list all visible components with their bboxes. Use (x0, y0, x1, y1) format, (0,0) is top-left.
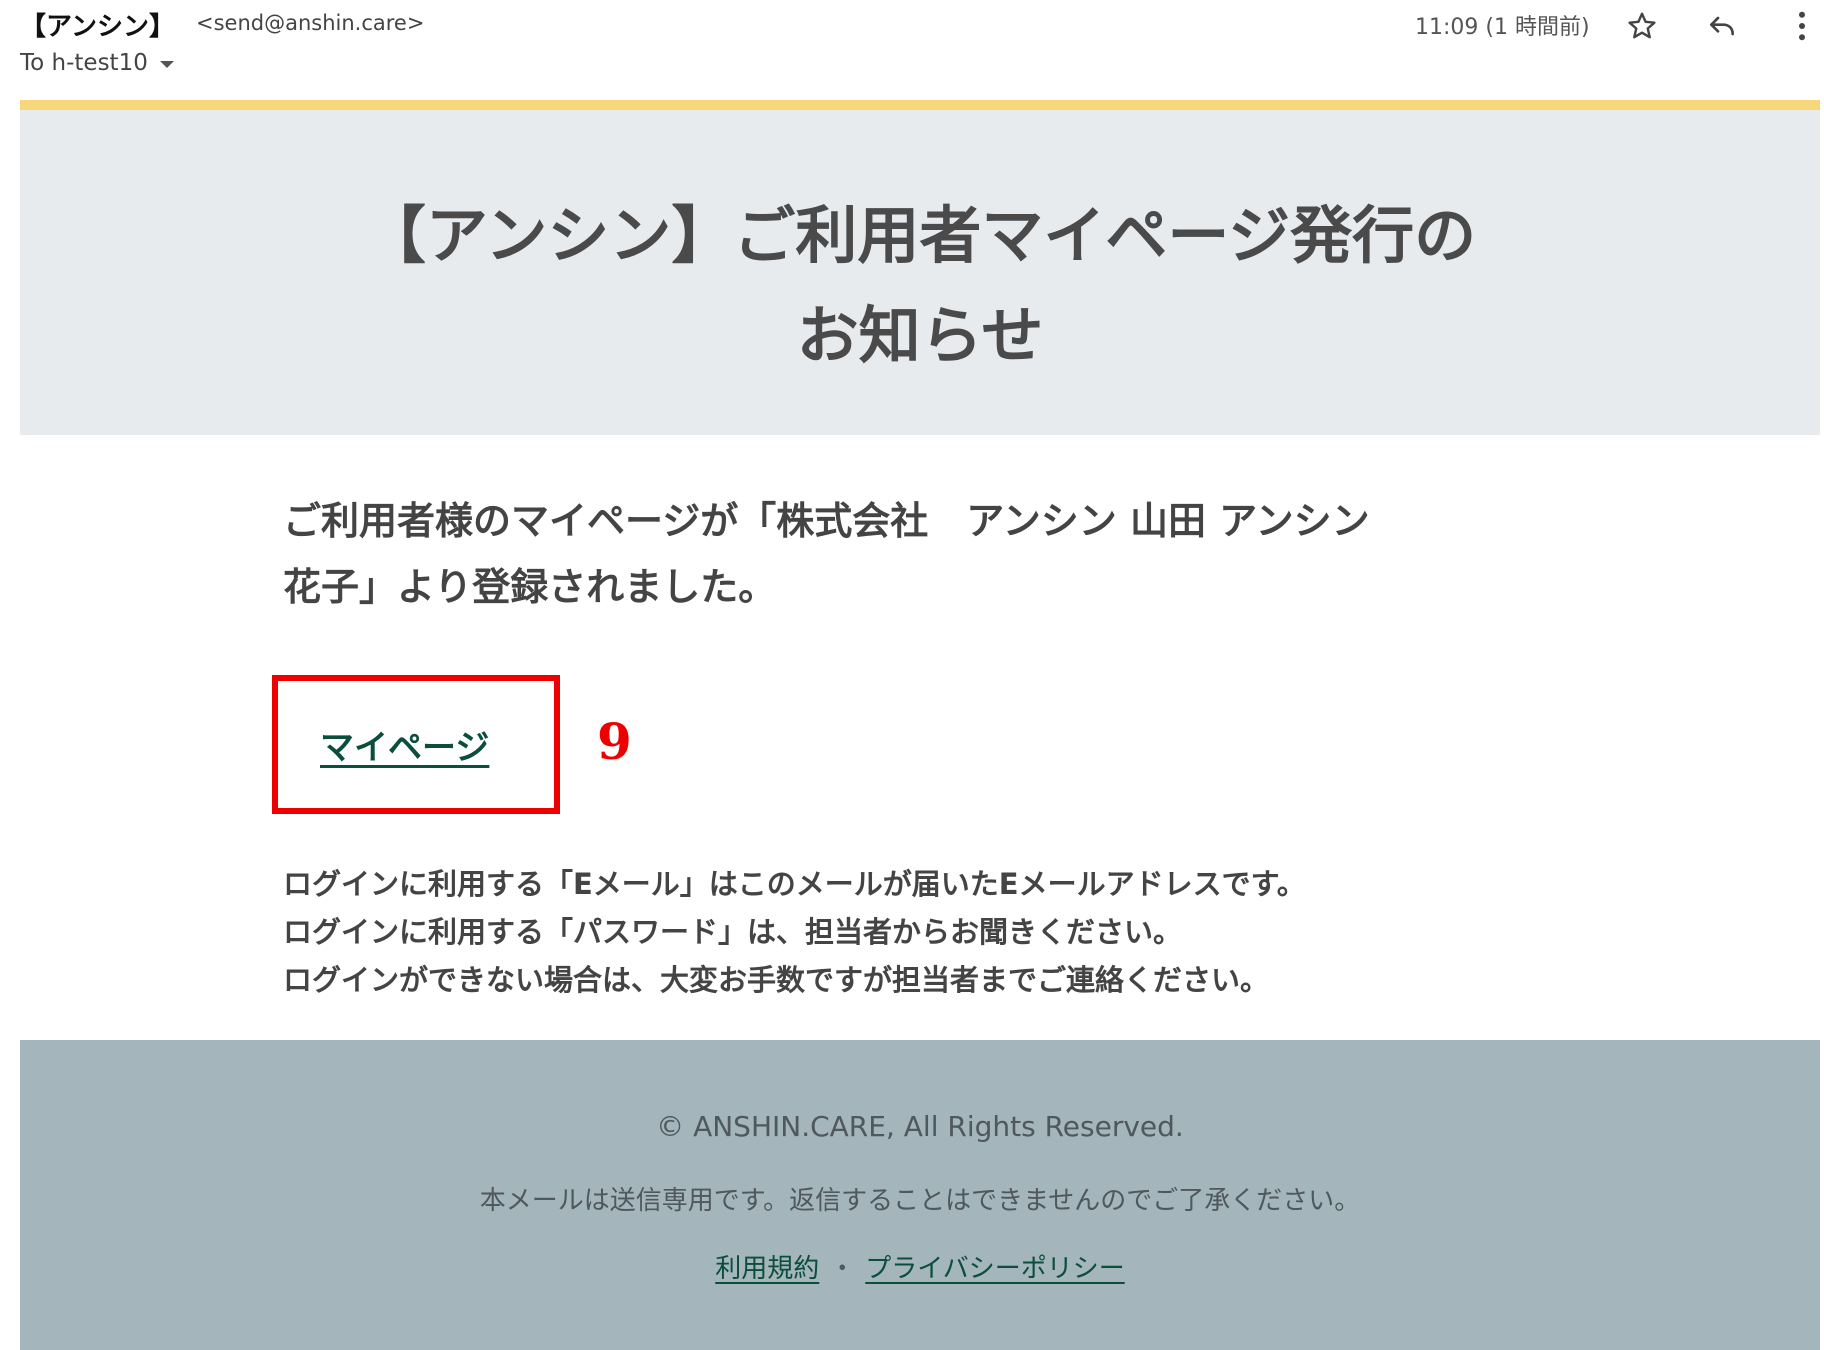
email-title-line2: お知らせ (796, 299, 1044, 372)
star-icon[interactable] (1622, 6, 1662, 46)
more-vert-icon[interactable] (1782, 6, 1822, 46)
recipient-dropdown[interactable]: To h-test10 (20, 50, 174, 76)
recipient-label: To h-test10 (20, 50, 148, 76)
note-line: ログインに利用する「Eメール」はこのメールが届いたEメールアドレスです。 (283, 867, 1306, 901)
footer-links: 利用規約・プライバシーポリシー (20, 1248, 1820, 1285)
annotation-number: 9 (597, 712, 632, 771)
mypage-link[interactable]: マイページ (320, 720, 489, 769)
login-notes: ログインに利用する「Eメール」はこのメールが届いたEメールアドレスです。 ログイ… (283, 860, 1583, 1004)
email-title: 【アンシン】ご利用者マイページ発行の お知らせ (320, 186, 1520, 386)
timestamp: 11:09 (1 時間前) (1415, 15, 1590, 40)
copyright-text: © ANSHIN.CARE, All Rights Reserved. (656, 1110, 1184, 1143)
reply-icon[interactable] (1702, 6, 1742, 46)
email-view: 【アンシン】 <send@anshin.care> To h-test10 11… (0, 0, 1824, 1350)
email-content: 【アンシン】ご利用者マイページ発行の お知らせ ご利用者様のマイページが「株式会… (20, 100, 1820, 1350)
sender-name: 【アンシン】 (20, 12, 175, 42)
note-line: ログインができない場合は、大変お手数ですが担当者までご連絡ください。 (283, 963, 1270, 997)
sender-email: <send@anshin.care> (196, 11, 425, 35)
intro-line1: ご利用者様のマイページが「株式会社 アンシン 山田 アンシン (283, 499, 1370, 543)
email-header: 【アンシン】 <send@anshin.care> To h-test10 11… (0, 0, 1824, 100)
note-line: ログインに利用する「パスワード」は、担当者からお聞きください。 (283, 915, 1183, 949)
title-panel: 【アンシン】ご利用者マイページ発行の お知らせ (20, 110, 1820, 435)
link-separator: ・ (829, 1254, 856, 1284)
email-title-line1: 【アンシン】ご利用者マイページ発行の (363, 199, 1477, 272)
privacy-policy-link[interactable]: プライバシーポリシー (865, 1254, 1124, 1284)
chevron-down-icon (159, 61, 174, 68)
intro-line2: 花子」より登録されました。 (283, 565, 777, 609)
intro-message: ご利用者様のマイページが「株式会社 アンシン 山田 アンシン 花子」より登録され… (283, 488, 1573, 620)
no-reply-notice: 本メールは送信専用です。返信することはできませんのでご了承ください。 (479, 1186, 1361, 1216)
accent-bar (20, 100, 1820, 110)
terms-link[interactable]: 利用規約 (715, 1254, 819, 1284)
